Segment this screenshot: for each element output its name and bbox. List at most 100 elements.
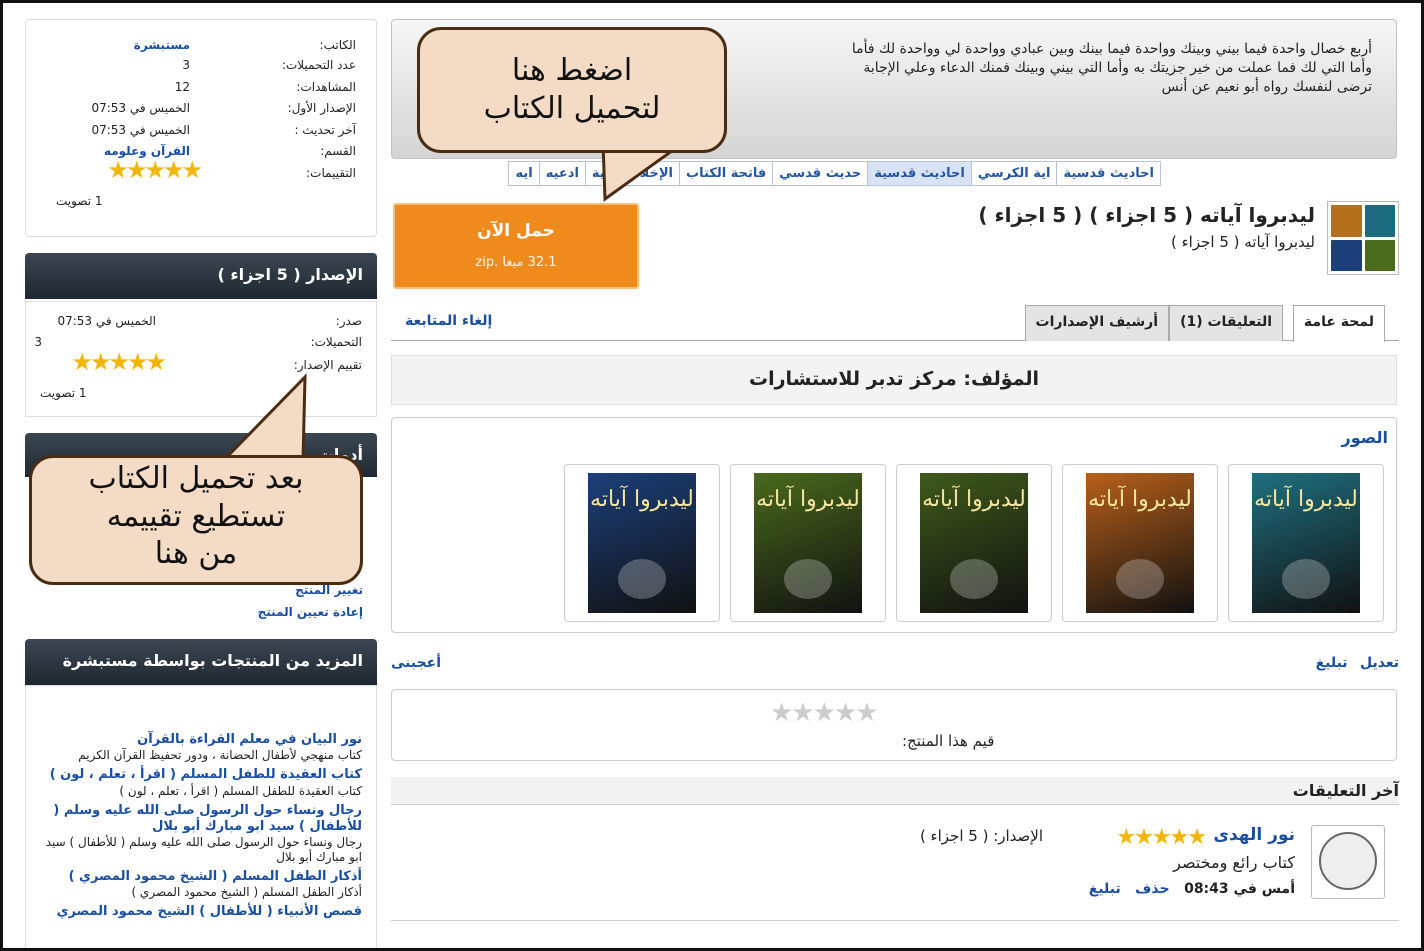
book-cover-image: ليدبروا آياته [1252, 473, 1360, 613]
tab-overview[interactable]: لمحة عامة [1292, 305, 1385, 342]
edit-link[interactable]: تعديل [1360, 655, 1399, 671]
tag-item[interactable]: ايه [508, 161, 540, 186]
gallery-thumbnail[interactable]: ليدبروا آياته [730, 464, 886, 622]
cover-title: ليدبروا آياته [1254, 487, 1358, 512]
cover-emblem [950, 559, 998, 599]
comment-meta: أمس في 08:43 حذف تبليغ [1089, 881, 1295, 897]
more-product-description: كتاب العقيدة للطفل المسلم ( اقرأ ، تعلم … [119, 783, 362, 798]
comments-heading: آخر التعليقات [1292, 781, 1399, 800]
more-product-title-link[interactable]: أذكار الطفل المسلم ( الشيخ محمود المصري … [36, 869, 362, 885]
rating-callout-line-2: تستطيع تقييمه [106, 498, 286, 534]
gallery-thumbnail[interactable]: ليدبروا آياته [564, 464, 720, 622]
change-product-link[interactable]: تغيير المنتج [295, 583, 363, 597]
last-update-value: الخميس في 07:53 [91, 123, 190, 137]
gallery-thumbnail[interactable]: ليدبروا آياته [896, 464, 1052, 622]
more-product-description: أذكار الطفل المسلم ( الشيخ محمود المصري … [131, 885, 362, 900]
views-value: 12 [174, 80, 190, 94]
more-product-item: رجال ونساء حول الرسول صلى الله عليه وسلم… [36, 803, 362, 866]
rating-callout-line-1: بعد تحميل الكتاب [88, 461, 304, 496]
issued-label: صدر: [335, 314, 362, 328]
cover-emblem [784, 559, 832, 599]
product-subtitle: ليدبروا آياته ( 5 اجزاء ) [1171, 233, 1315, 251]
report-link[interactable]: تبليغ [1316, 655, 1348, 671]
issued-value: الخميس في 07:53 [57, 314, 156, 328]
comment-text: كتاب رائع ومختصر [1173, 853, 1295, 872]
tab-archive[interactable]: أرشيف الإصدارات [1024, 305, 1169, 341]
product-tabs: لمحة عامة التعليقات (1) أرشيف الإصدارات … [391, 305, 1399, 342]
product-actions: تعديل تبليغ أعجبنى [391, 655, 1399, 675]
rate-label: قيم هذا المنتج: [902, 732, 995, 750]
more-products-heading: المزيد من المنتجات بواسطة مستبشرة [25, 639, 377, 685]
more-products-list: نور البيان في معلم القراءة بالقرآن كتاب م… [25, 685, 377, 948]
more-product-description: رجال ونساء حول الرسول صلى الله عليه وسلم… [45, 835, 362, 864]
cover-emblem [618, 559, 666, 599]
views-label: المشاهدات: [296, 80, 356, 94]
more-product-item: قصص الأنبياء ( للأطفال ) الشيخ محمود الم… [36, 904, 362, 920]
gallery-title[interactable]: الصور [1342, 428, 1389, 447]
download-now-button[interactable]: حمل الآن 32.1 ميغا .zip [393, 203, 639, 289]
ratings-label: التقييمات: [306, 166, 356, 180]
tag-item[interactable]: احاديث قدسية [867, 161, 972, 186]
more-product-title-link[interactable]: نور البيان في معلم القراءة بالقرآن [36, 732, 362, 748]
book-cover-image: ليدبروا آياته [754, 473, 862, 613]
release-downloads-label: التحميلات: [310, 335, 362, 349]
tag-item[interactable]: احاديث قدسية [1056, 161, 1161, 186]
tab-comments[interactable]: التعليقات (1) [1169, 305, 1283, 341]
category-label: القسم: [320, 144, 356, 158]
unfollow-link[interactable]: إلغاء المتابعة [405, 313, 492, 329]
main-content: أربع خصال واحدة فيما بيني وبينك وواحدة ف… [391, 19, 1399, 948]
downloads-value: 3 [182, 58, 190, 72]
author-label: الكاتب: [319, 38, 356, 52]
tag-item[interactable]: حديث قدسي [772, 161, 869, 186]
latest-comments-header: آخر التعليقات [391, 777, 1399, 805]
download-callout-line-2: لتحميل الكتاب [483, 90, 661, 126]
more-product-title-link[interactable]: قصص الأنبياء ( للأطفال ) الشيخ محمود الم… [36, 904, 362, 920]
first-release-label: الإصدار الأول: [287, 101, 356, 115]
rate-product-box: ★★★★★ قيم هذا المنتج: [391, 689, 1397, 761]
release-rating-stars[interactable]: ★★★★★ [71, 348, 167, 376]
cover-title: ليدبروا آياته [590, 487, 694, 512]
rating-callout: بعد تحميل الكتاب تستطيع تقييمه من هنا [29, 455, 363, 585]
rating-callout-line-3: من هنا [154, 536, 238, 571]
author-value-link[interactable]: مستبشرة [134, 38, 190, 52]
gallery-thumbnail[interactable]: ليدبروا آياته [1228, 464, 1384, 622]
cover-title: ليدبروا آياته [1088, 487, 1192, 512]
more-product-title-link[interactable]: رجال ونساء حول الرسول صلى الله عليه وسلم… [36, 803, 362, 836]
more-product-item: كتاب العقيدة للطفل المسلم ( اقرأ ، تعلم … [36, 767, 362, 798]
download-label: حمل الآن [477, 221, 555, 241]
rating-star-input[interactable]: ★★★★★ [770, 698, 879, 728]
more-product-title-link[interactable]: كتاب العقيدة للطفل المسلم ( اقرأ ، تعلم … [36, 767, 362, 783]
release-rating-label: تقييم الإصدار: [293, 358, 362, 372]
cover-title: ليدبروا آياته [756, 487, 860, 512]
image-gallery: الصور ليدبروا آياته ليدبروا آياته ليدبروا … [391, 417, 1397, 633]
comment-rating-stars: ★★★★★ [1116, 825, 1207, 850]
tag-item[interactable]: اية الكرسي [970, 161, 1058, 186]
cover-emblem [1282, 559, 1330, 599]
first-release-value: الخميس في 07:53 [91, 101, 190, 115]
browser-frame: أربع خصال واحدة فيما بيني وبينك وواحدة ف… [0, 0, 1424, 951]
comment-delete-link[interactable]: حذف [1135, 881, 1169, 897]
avatar[interactable] [1311, 825, 1385, 899]
download-callout-line-1: اضغط هنا [511, 53, 633, 88]
release-downloads-value: 3 [34, 335, 42, 349]
product-info-box: الكاتب: مستبشرة عدد التحميلات: 3 المشاهد… [25, 19, 377, 237]
book-cover-image: ليدبروا آياته [588, 473, 696, 613]
author-line: المؤلف: مركز تدبر للاستشارات [391, 355, 1397, 405]
book-cover-image: ليدبروا آياته [920, 473, 1028, 613]
more-product-description: كتاب منهجي لأطفال الحضانة ، ودور تحفيظ ا… [78, 748, 362, 763]
release-votes: 1 تصويت [40, 386, 87, 400]
callout-pointer-download [601, 141, 688, 202]
votes-count: 1 تصويت [56, 194, 103, 208]
book-cover-image: ليدبروا آياته [1086, 473, 1194, 613]
comment-time: أمس في 08:43 [1184, 881, 1295, 897]
comment-report-link[interactable]: تبليغ [1089, 881, 1121, 897]
like-link[interactable]: أعجبنى [391, 655, 441, 671]
more-product-item: أذكار الطفل المسلم ( الشيخ محمود المصري … [36, 869, 362, 900]
reset-product-link[interactable]: إعادة تعيين المنتج [258, 605, 363, 619]
cover-emblem [1116, 559, 1164, 599]
comment-author[interactable]: نور الهدى [1213, 825, 1295, 845]
thumbnail-list: ليدبروا آياته ليدبروا آياته ليدبروا آياته ل… [564, 464, 1384, 622]
comment-release: الإصدار: ( 5 اجزاء ) [919, 827, 1043, 845]
release-heading: الإصدار ( 5 اجزاء ) [25, 253, 377, 299]
gallery-thumbnail[interactable]: ليدبروا آياته [1062, 464, 1218, 622]
